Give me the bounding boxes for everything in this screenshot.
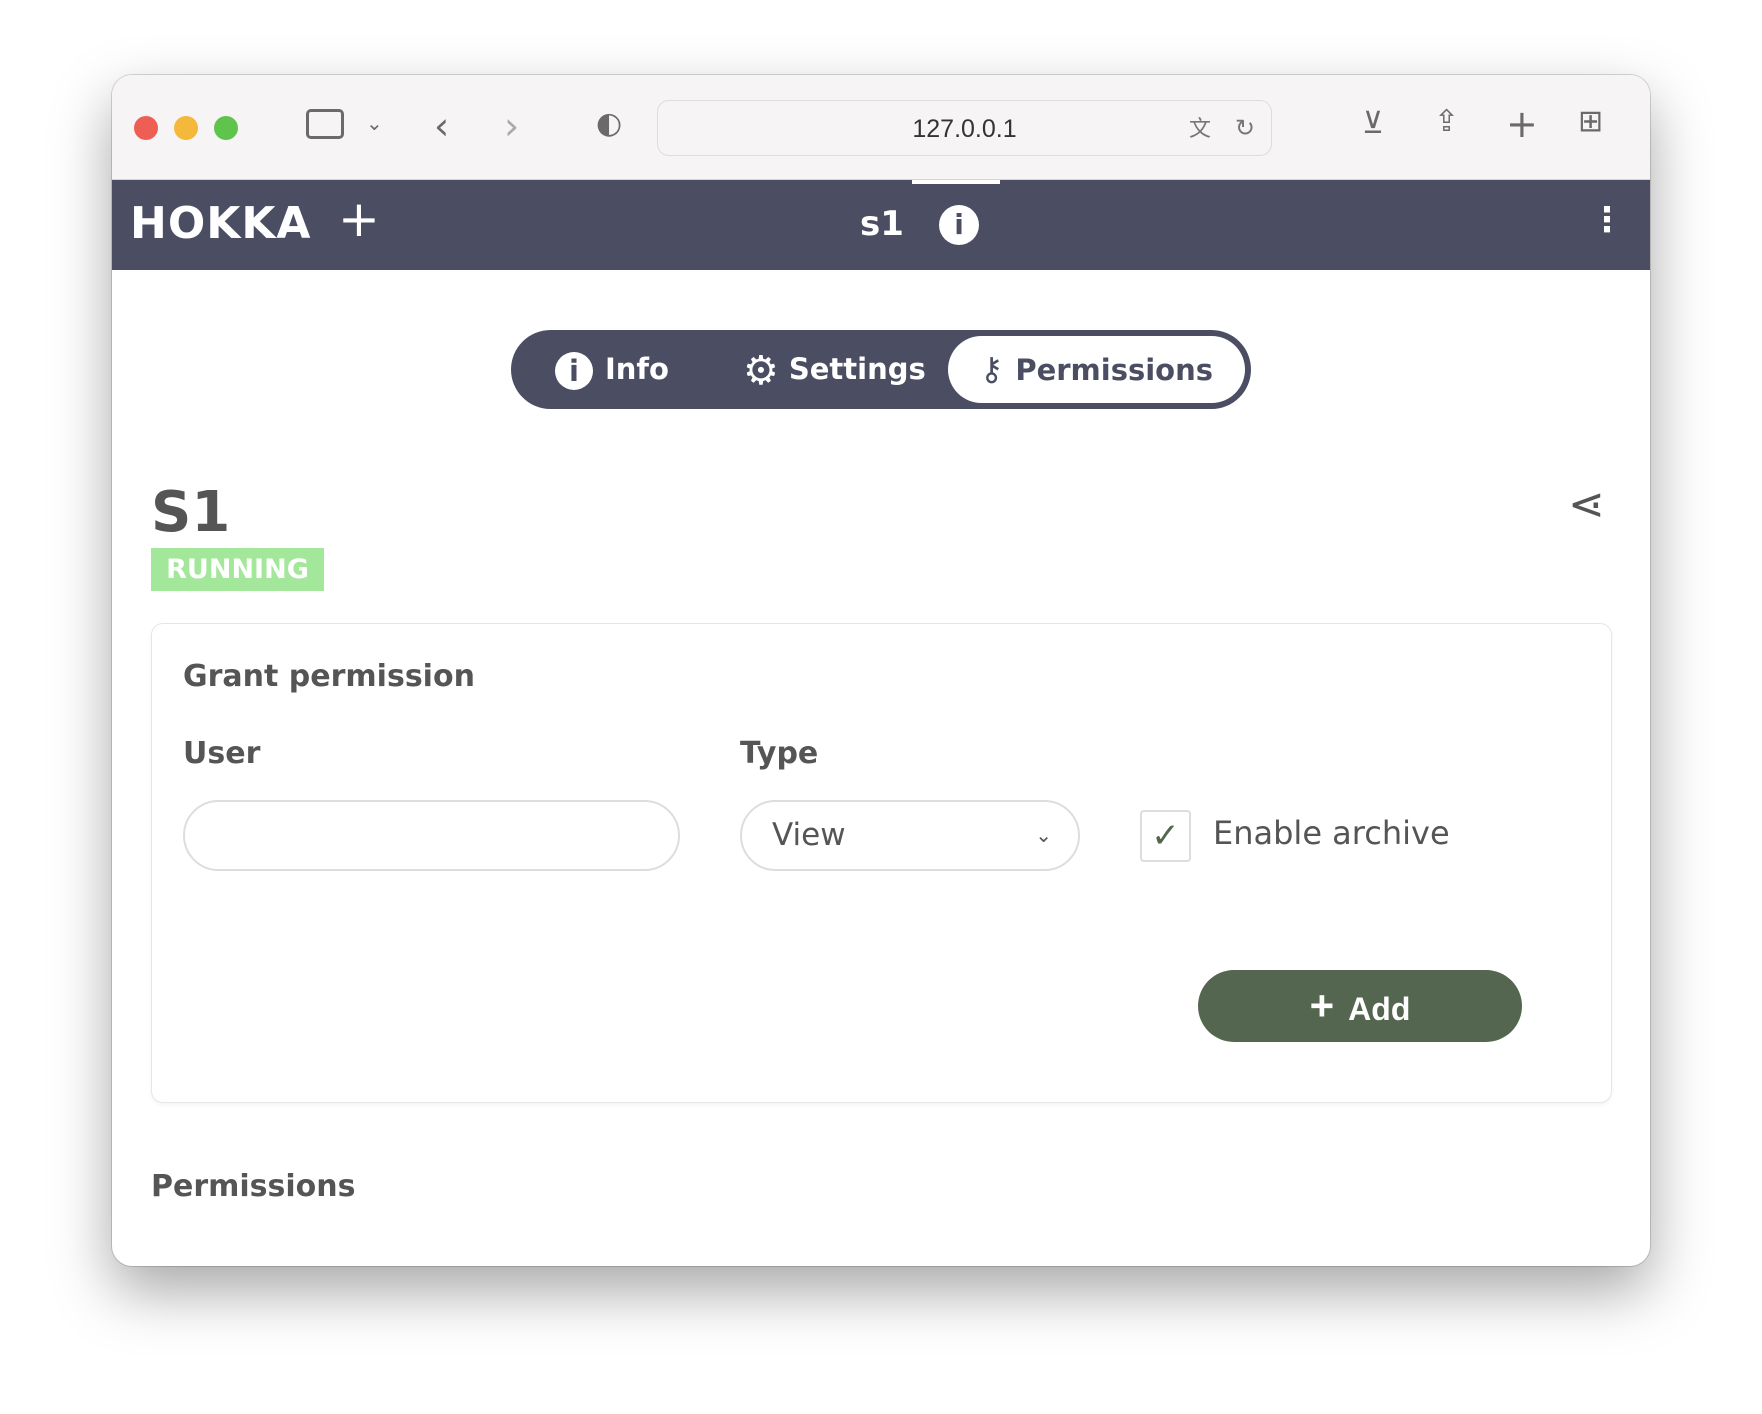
- back-icon[interactable]: ‹: [434, 107, 449, 145]
- info-icon: i: [555, 352, 593, 390]
- minimize-window-button[interactable]: [174, 116, 198, 140]
- enable-archive-checkbox[interactable]: ✓: [1140, 810, 1191, 862]
- new-tab-icon[interactable]: +: [1506, 105, 1538, 143]
- forward-icon[interactable]: ›: [504, 107, 519, 145]
- browser-toolbar: ⌄ ‹ › ◐ 127.0.0.1 文 ↻ ⊻ ⇪ + ⊞: [112, 75, 1650, 180]
- url-text: 127.0.0.1: [912, 115, 1017, 143]
- translate-icon[interactable]: 文: [1189, 101, 1211, 157]
- chevron-down-icon[interactable]: ⌄: [366, 113, 383, 133]
- type-value: View: [772, 817, 846, 853]
- sidebar-icon[interactable]: [306, 109, 344, 139]
- share-icon[interactable]: ⇪: [1434, 107, 1459, 137]
- share-icon[interactable]: ⋖: [1568, 479, 1605, 530]
- gear-icon: ⚙: [743, 347, 779, 394]
- address-bar[interactable]: 127.0.0.1 文 ↻: [657, 100, 1272, 156]
- info-icon[interactable]: i: [939, 205, 979, 245]
- card-heading: Grant permission: [183, 659, 475, 694]
- permissions-heading: Permissions: [151, 1169, 356, 1204]
- browser-window: ⌄ ‹ › ◐ 127.0.0.1 文 ↻ ⊻ ⇪ + ⊞ HOKKA + s1…: [112, 75, 1650, 1266]
- tab-bar: i Info ⚙ Settings ⚷ Permissions: [511, 330, 1251, 409]
- check-icon: ✓: [1151, 816, 1180, 856]
- app-navbar: HOKKA + s1 i ⋮: [112, 180, 1650, 270]
- tab-label: Settings: [788, 352, 926, 386]
- user-input[interactable]: [183, 800, 680, 871]
- tab-info[interactable]: i Info: [555, 330, 669, 409]
- reload-icon[interactable]: ↻: [1235, 101, 1255, 157]
- plus-icon: +: [1309, 982, 1335, 1029]
- more-menu-icon[interactable]: ⋮: [1590, 200, 1624, 240]
- tab-indicator: [912, 180, 1000, 184]
- download-icon[interactable]: ⊻: [1362, 109, 1384, 139]
- shield-icon[interactable]: ◐: [596, 109, 622, 139]
- close-window-button[interactable]: [134, 116, 158, 140]
- tab-label: Permissions: [1015, 353, 1213, 387]
- grant-permission-card: Grant permission User Type View ⌄ ✓ Enabl…: [151, 623, 1612, 1103]
- add-button[interactable]: + Add: [1198, 970, 1522, 1042]
- key-icon: ⚷: [979, 350, 1004, 388]
- tab-label: Info: [605, 352, 669, 386]
- logo[interactable]: HOKKA: [130, 198, 311, 249]
- status-badge: RUNNING: [151, 548, 324, 591]
- user-label: User: [183, 736, 261, 771]
- add-label: Add: [1348, 991, 1411, 1027]
- type-select[interactable]: View ⌄: [740, 800, 1080, 871]
- maximize-window-button[interactable]: [214, 116, 238, 140]
- server-title: s1: [860, 204, 904, 244]
- type-label: Type: [740, 736, 819, 771]
- server-name: S1: [151, 480, 231, 545]
- tab-settings[interactable]: ⚙ Settings: [743, 330, 926, 409]
- tab-overview-icon[interactable]: ⊞: [1578, 107, 1603, 137]
- enable-archive-label: Enable archive: [1213, 814, 1450, 852]
- tab-permissions[interactable]: ⚷ Permissions: [947, 336, 1245, 403]
- add-server-button[interactable]: +: [338, 190, 380, 248]
- chevron-down-icon: ⌄: [1035, 823, 1052, 847]
